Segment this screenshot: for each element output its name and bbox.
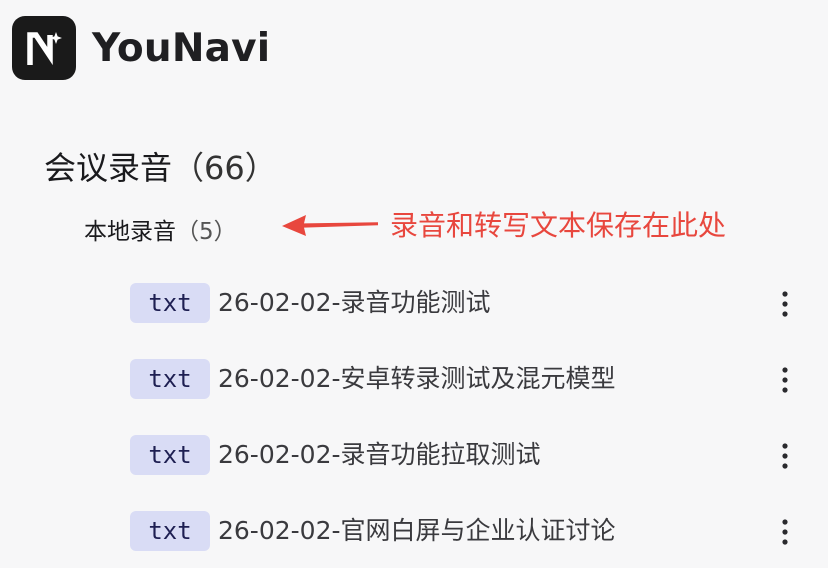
file-name[interactable]: 26-02-02-录音功能测试 [218, 280, 491, 326]
annotation-callout: 录音和转写文本保存在此处 [282, 204, 726, 244]
file-type-badge: txt [130, 283, 210, 323]
section-count: （66） [172, 149, 277, 187]
arrow-left-icon [282, 215, 378, 236]
file-type-badge: txt [130, 511, 210, 551]
list-item[interactable]: txt 26-02-02-录音功能拉取测试 [130, 432, 800, 508]
file-name[interactable]: 26-02-02-官网白屏与企业认证讨论 [218, 508, 616, 554]
more-vertical-icon [782, 519, 788, 545]
list-item[interactable]: txt 26-02-02-安卓转录测试及混元模型 [130, 356, 800, 432]
app-logo [12, 16, 76, 80]
more-options-button[interactable] [770, 284, 800, 324]
logo-n-icon [27, 32, 62, 66]
file-list: txt 26-02-02-录音功能测试 txt 26-02-02-安卓转录测试及… [130, 280, 800, 568]
list-item[interactable]: txt 26-02-02-官网白屏与企业认证讨论 [130, 508, 800, 568]
file-name[interactable]: 26-02-02-安卓转录测试及混元模型 [218, 356, 616, 402]
app-header: YouNavi [12, 16, 270, 80]
file-name[interactable]: 26-02-02-录音功能拉取测试 [218, 432, 541, 478]
annotation-text: 录音和转写文本保存在此处 [390, 209, 727, 242]
file-type-badge: txt [130, 359, 210, 399]
app-name: YouNavi [92, 25, 271, 71]
section-title-label: 会议录音 [44, 149, 173, 187]
more-vertical-icon [782, 367, 788, 393]
more-vertical-icon [782, 443, 788, 469]
file-type-badge: txt [130, 435, 210, 475]
more-options-button[interactable] [770, 512, 800, 552]
subfolder-count: （5） [176, 219, 237, 245]
subfolder-local-recordings[interactable]: 本地录音（5） [84, 212, 237, 252]
section-title: 会议录音（66） [44, 146, 277, 190]
subfolder-label: 本地录音 [84, 219, 176, 245]
more-options-button[interactable] [770, 436, 800, 476]
app-root: YouNavi 会议录音（66） 本地录音（5） 录音和转写文本保存在此处 tx… [0, 0, 828, 568]
list-item[interactable]: txt 26-02-02-录音功能测试 [130, 280, 800, 356]
more-vertical-icon [782, 291, 788, 317]
more-options-button[interactable] [770, 360, 800, 400]
